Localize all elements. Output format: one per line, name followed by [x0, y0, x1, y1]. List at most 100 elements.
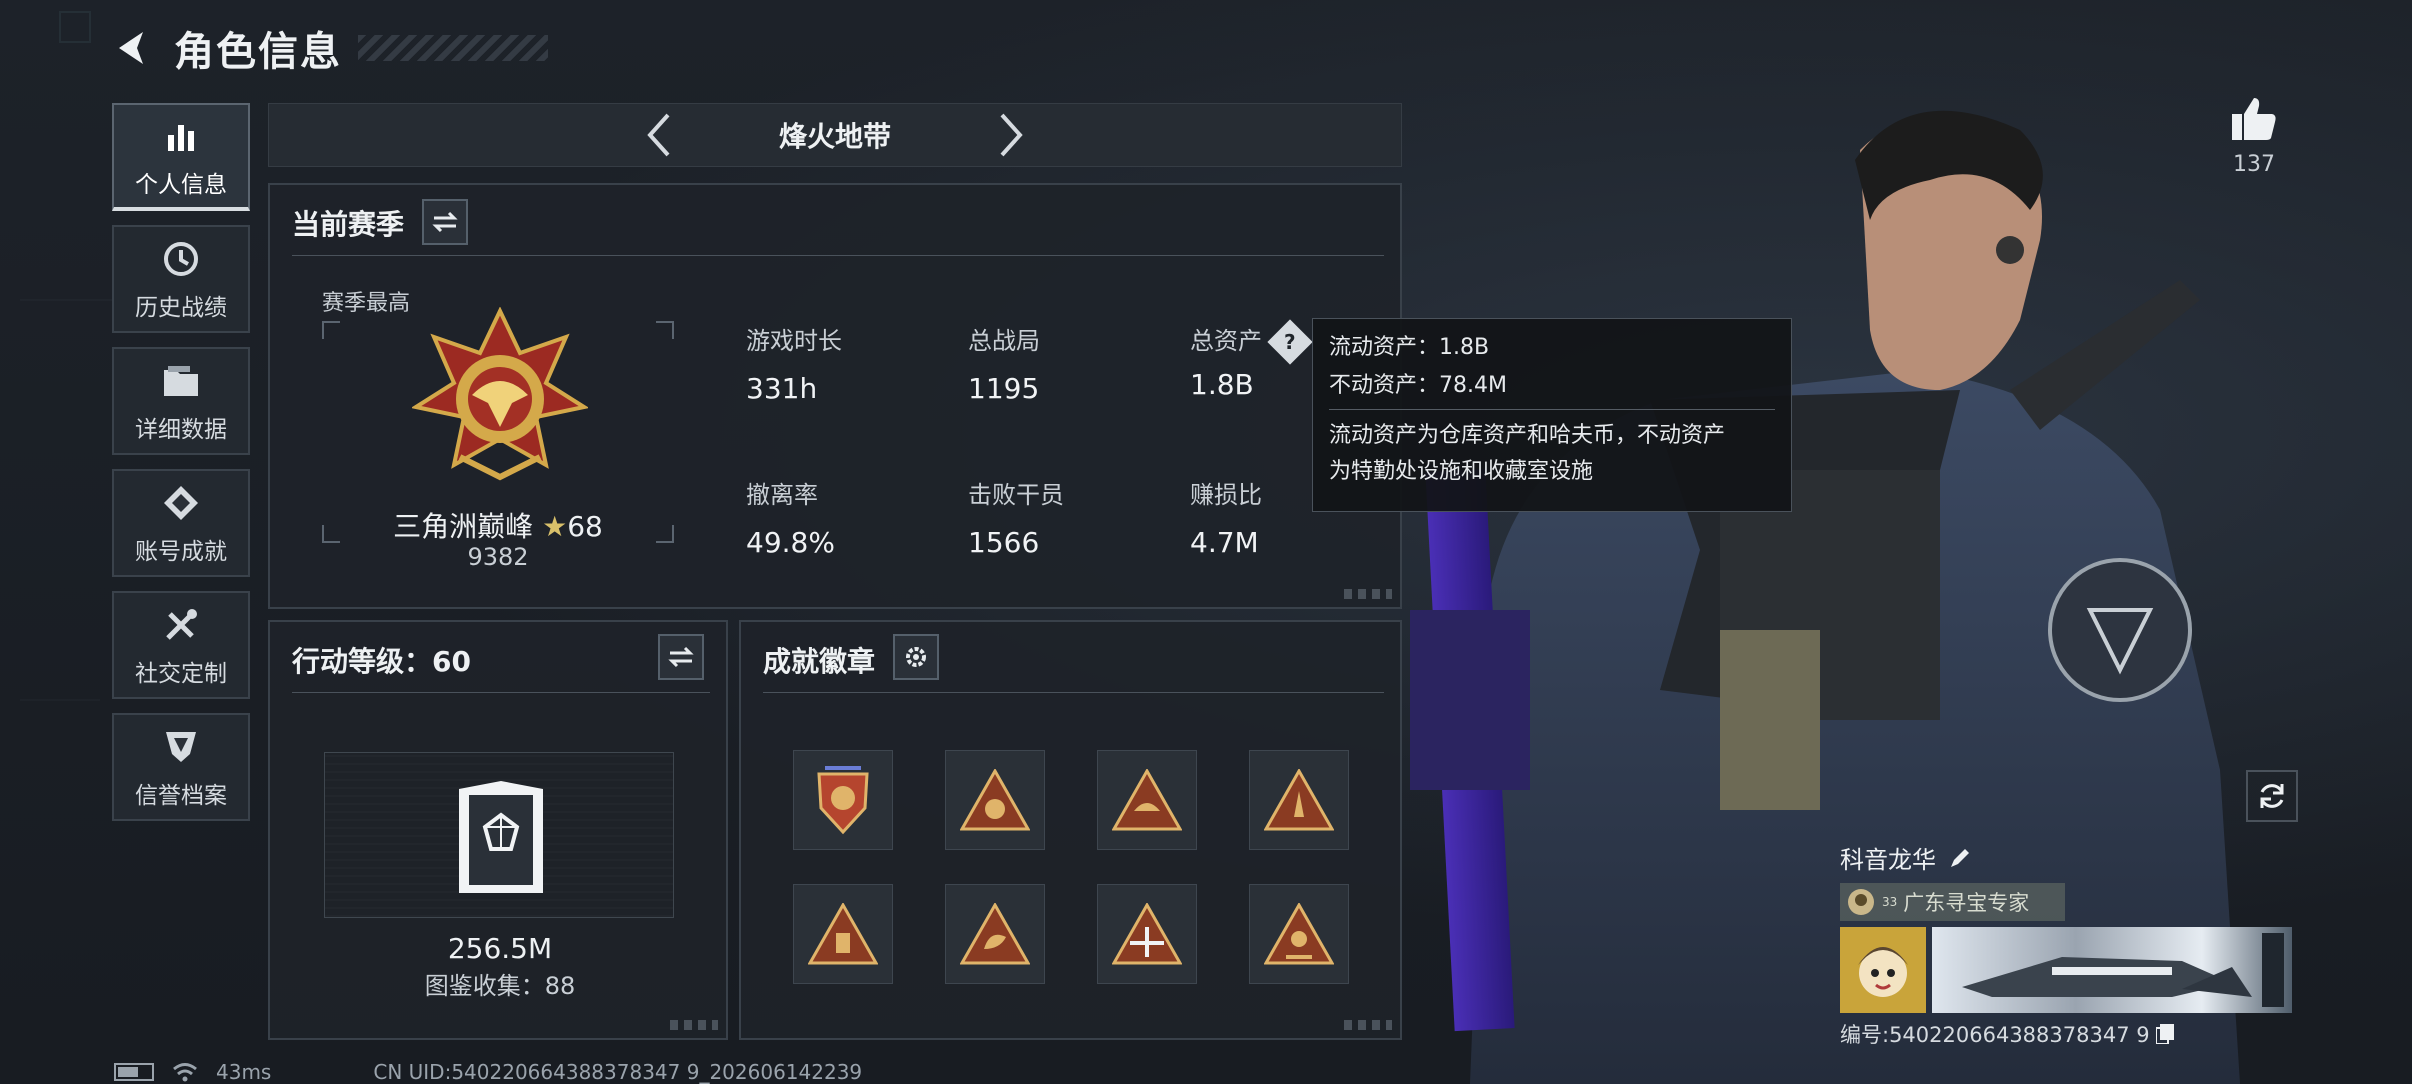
season-best-label: 赛季最高 — [322, 291, 411, 316]
season-title: 当前赛季 — [292, 208, 405, 241]
tooltip-liquid-assets: 流动资产：1.8B — [1329, 335, 1490, 360]
stat-label: 赚损比 — [1190, 481, 1262, 509]
achievement-badge-4[interactable] — [1249, 750, 1349, 850]
rank-name: 三角洲巅峰 — [393, 510, 534, 543]
stat-label: 撤离率 — [746, 481, 818, 509]
wifi-icon — [173, 1063, 197, 1082]
assets-tooltip: 流动资产：1.8B 不动资产：78.4M 流动资产为仓库资产和哈夫币，不动资产 … — [1312, 318, 1792, 512]
edit-pencil-icon[interactable] — [1948, 846, 1972, 870]
stat-extract-rate: 撤离率 49.8% — [746, 475, 835, 559]
page-title: 角色信息 — [174, 29, 342, 75]
ping-value: 43ms — [216, 1060, 272, 1084]
stat-value: 1566 — [968, 526, 1040, 559]
triangle-badge-icon — [960, 903, 1030, 965]
season-switch-button[interactable] — [422, 199, 468, 245]
sidebar-item-social-custom[interactable]: 社交定制 — [112, 591, 250, 699]
triangle-badge-icon — [1112, 769, 1182, 831]
badges-settings-button[interactable] — [893, 634, 939, 680]
corner-decoration — [1344, 1020, 1392, 1030]
prev-mode-button[interactable] — [629, 105, 689, 165]
triangle-badge-icon — [1264, 903, 1334, 965]
achievement-badge-8[interactable] — [1249, 884, 1349, 984]
profile-banner[interactable] — [1932, 927, 2292, 1013]
stat-value: 4.7M — [1190, 526, 1259, 559]
status-bar: 43ms CN UID:540220664388378347 9_2026061… — [114, 1060, 862, 1084]
stat-value: 1195 — [968, 372, 1040, 405]
sidebar-item-personal-info[interactable]: 个人信息 — [112, 103, 250, 211]
thumbs-up-icon — [2232, 98, 2276, 140]
gear-icon — [906, 647, 926, 667]
footer-uid: CN UID:540220664388378347 9_202606142239 — [373, 1060, 863, 1084]
back-button[interactable] — [110, 25, 156, 71]
action-level-title: 行动等级：60 — [292, 645, 471, 678]
sidebar-item-label: 详细数据 — [135, 417, 227, 443]
collection-cabinet-icon — [459, 781, 543, 893]
action-switch-button[interactable] — [658, 634, 704, 680]
stat-play-time: 游戏时长 331h — [746, 321, 842, 405]
tooltip-divider — [1329, 409, 1775, 410]
battery-icon — [114, 1063, 154, 1081]
achievement-badge-1[interactable] — [793, 750, 893, 850]
sidebar-item-achievements[interactable]: 账号成就 — [112, 469, 250, 577]
achievement-badges-panel: 成就徽章 — [739, 620, 1402, 1040]
player-name-row: 科音龙华 — [1840, 840, 2296, 875]
player-uid: 编号:540220664388378347 9 — [1840, 1023, 2150, 1047]
collection-value: 256.5M — [447, 932, 553, 965]
shield-badge-icon — [817, 766, 869, 835]
history-clock-icon — [164, 242, 198, 276]
sidebar-item-detail-data[interactable]: 详细数据 — [112, 347, 250, 455]
sidebar-item-credit-file[interactable]: 信誉档案 — [112, 713, 250, 821]
mode-selector: 烽火地带 — [268, 103, 1402, 167]
sidebar-item-label: 社交定制 — [135, 661, 227, 687]
player-title-tag[interactable]: 33 广东寻宝专家 — [1840, 883, 2065, 921]
rank-medal-icon — [412, 307, 588, 481]
achievement-badge-2[interactable] — [945, 750, 1045, 850]
refresh-button[interactable] — [2246, 770, 2298, 822]
triangle-badge-icon — [960, 769, 1030, 831]
player-name: 科音龙华 — [1840, 846, 1936, 874]
corner-decoration — [1344, 589, 1392, 599]
achievement-badge-5[interactable] — [793, 884, 893, 984]
sidebar-item-label: 账号成就 — [135, 539, 227, 565]
tools-icon — [166, 609, 197, 640]
header: 角色信息 — [110, 18, 548, 78]
title-emblem-icon — [1848, 889, 1874, 915]
profile-cards — [1840, 927, 2296, 1013]
stat-label: 击败干员 — [968, 481, 1064, 509]
rank-stars: 68 — [567, 510, 603, 543]
achievement-badge-7[interactable] — [1097, 884, 1197, 984]
collection-frame[interactable] — [324, 752, 674, 918]
season-panel: 当前赛季 赛季最高 三角洲巅峰 ★68 9382 游戏时长 331h 总战局 1… — [268, 183, 1402, 609]
player-profile: 科音龙华 33 广东寻宝专家 编号:540220664388378347 9 — [1840, 840, 2296, 1049]
action-level-panel: 行动等级：60 256.5M 图鉴收集：88 — [268, 620, 728, 1040]
avatar[interactable] — [1840, 927, 1926, 1013]
tooltip-description-1: 流动资产为仓库资产和哈夫币，不动资产 — [1329, 423, 1726, 448]
sidebar-item-label: 信誉档案 — [135, 783, 227, 809]
triangle-badge-icon — [1112, 903, 1182, 965]
title-level: 33 — [1882, 895, 1898, 909]
sidebar-item-history[interactable]: 历史战绩 — [112, 225, 250, 333]
title-name: 广东寻宝专家 — [1903, 891, 2030, 915]
achievement-badge-3[interactable] — [1097, 750, 1197, 850]
folder-icon — [164, 366, 198, 396]
tooltip-description-2: 为特勤处设施和收藏室设施 — [1329, 459, 1594, 484]
star-icon: ★ — [542, 510, 568, 543]
rank-score: 9382 — [467, 543, 529, 571]
next-mode-button[interactable] — [981, 105, 1041, 165]
rank-name-line: 三角洲巅峰 ★68 — [322, 505, 674, 545]
achievement-badge-6[interactable] — [945, 884, 1045, 984]
swap-icon — [432, 211, 458, 233]
help-icon[interactable]: ? — [1267, 319, 1313, 365]
stat-value: 49.8% — [746, 526, 835, 559]
stat-total-assets: 总资产? 1.8B — [1190, 319, 1313, 401]
back-arrow-icon — [119, 32, 143, 64]
swap-icon — [668, 646, 694, 668]
tooltip-fixed-assets: 不动资产：78.4M — [1329, 373, 1507, 398]
copy-icon[interactable] — [2155, 1024, 2174, 1044]
like-button[interactable]: 137 — [2226, 96, 2282, 177]
sidebar-nav: 个人信息 历史战绩 详细数据 账号成就 社交定制 信誉档案 — [112, 103, 250, 835]
divider — [292, 255, 1384, 256]
stat-operators-defeated: 击败干员 1566 — [968, 475, 1064, 559]
stat-label: 总资产 — [1190, 327, 1262, 355]
player-uid-row: 编号:540220664388378347 9 — [1840, 1019, 2296, 1049]
